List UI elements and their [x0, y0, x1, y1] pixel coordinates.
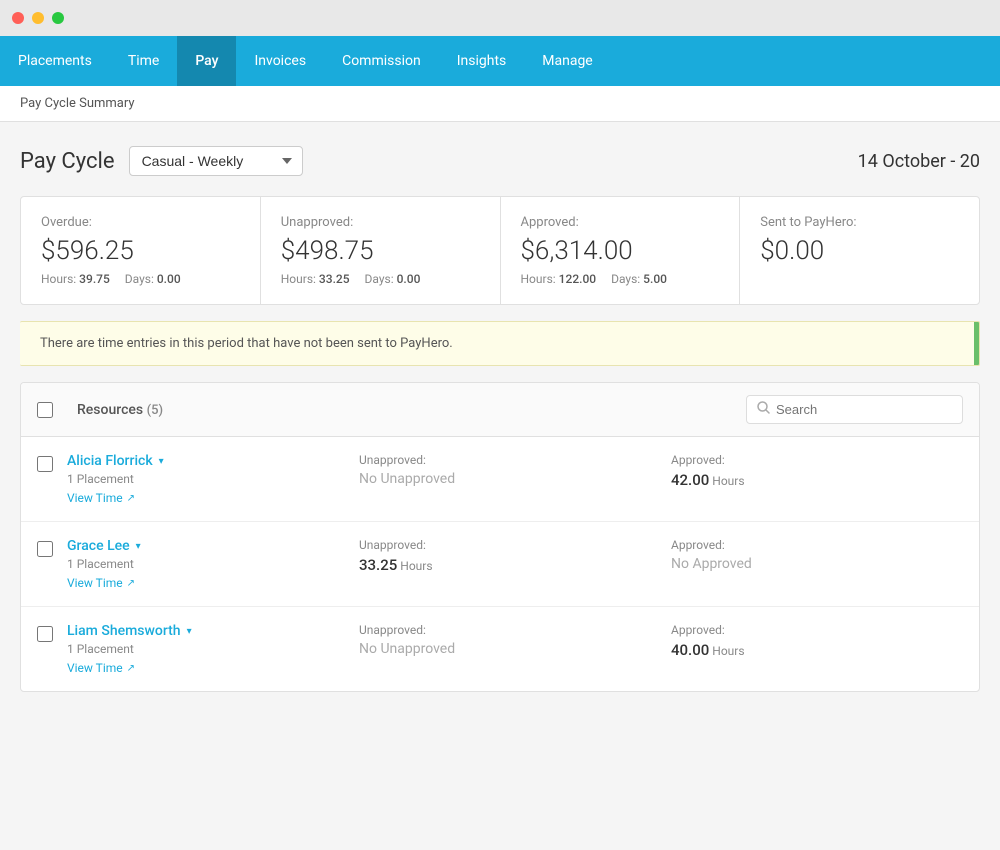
approved-meta: Hours: 122.00 Days: 5.00	[521, 272, 720, 286]
sent-amount: $0.00	[760, 236, 959, 266]
row-checkbox-grace[interactable]	[37, 541, 53, 557]
resource-link-alicia[interactable]: Alicia Florrick	[67, 453, 153, 469]
overdue-meta: Hours: 39.75 Days: 0.00	[41, 272, 240, 286]
pay-cycle-select[interactable]: Casual - Weekly Permanent - Monthly	[129, 146, 303, 176]
summary-card-approved: Approved: $6,314.00 Hours: 122.00 Days: …	[501, 197, 741, 304]
unapproved-col-value-alicia: No Unapproved	[359, 471, 631, 487]
overdue-label: Overdue:	[41, 215, 240, 230]
external-link-icon: ↗	[127, 493, 135, 504]
resource-placement-liam: 1 Placement	[67, 642, 339, 656]
nav-item-pay[interactable]: Pay	[177, 36, 236, 86]
resources-header-left: Resources (5)	[37, 402, 746, 418]
search-input[interactable]	[776, 402, 952, 417]
nav-item-insights[interactable]: Insights	[439, 36, 525, 86]
resource-name-alicia: Alicia Florrick ▾	[67, 453, 339, 469]
resource-approved-alicia: Approved: 42.00Hours	[651, 453, 963, 489]
approved-amount: $6,314.00	[521, 236, 720, 266]
view-time-link-grace[interactable]: View Time ↗	[67, 576, 339, 590]
dropdown-arrow-icon[interactable]: ▾	[159, 456, 164, 467]
dropdown-arrow-icon[interactable]: ▾	[187, 626, 192, 637]
pay-cycle-title: Pay Cycle	[20, 149, 115, 174]
resource-info-alicia: Alicia Florrick ▾ 1 Placement View Time …	[67, 453, 339, 505]
sent-label: Sent to PayHero:	[760, 215, 959, 230]
unapproved-col-label-grace: Unapproved:	[359, 538, 631, 552]
resource-row: Liam Shemsworth ▾ 1 Placement View Time …	[21, 607, 979, 691]
maximize-dot[interactable]	[52, 12, 64, 24]
main-nav: Placements Time Pay Invoices Commission …	[0, 36, 1000, 86]
resource-unapproved-alicia: Unapproved: No Unapproved	[339, 453, 651, 487]
view-time-link-alicia[interactable]: View Time ↗	[67, 491, 339, 505]
row-checkbox-alicia[interactable]	[37, 456, 53, 472]
approved-col-label-alicia: Approved:	[671, 453, 943, 467]
resource-unapproved-grace: Unapproved: 33.25Hours	[339, 538, 651, 574]
resource-info-liam: Liam Shemsworth ▾ 1 Placement View Time …	[67, 623, 339, 675]
pay-cycle-date: 14 October - 20	[858, 151, 980, 172]
search-box	[746, 395, 963, 424]
resource-row: Grace Lee ▾ 1 Placement View Time ↗ Unap…	[21, 522, 979, 607]
nav-item-invoices[interactable]: Invoices	[236, 36, 324, 86]
overdue-hours: Hours: 39.75	[41, 272, 110, 286]
row-checkbox-liam[interactable]	[37, 626, 53, 642]
approved-col-label-liam: Approved:	[671, 623, 943, 637]
unapproved-days: Days: 0.00	[365, 272, 421, 286]
titlebar	[0, 0, 1000, 36]
unapproved-col-label-alicia: Unapproved:	[359, 453, 631, 467]
unapproved-hours: Hours: 33.25	[281, 272, 350, 286]
search-icon	[757, 401, 770, 418]
resource-info-grace: Grace Lee ▾ 1 Placement View Time ↗	[67, 538, 339, 590]
resources-table: Resources (5) Alicia Florrick ▾	[20, 382, 980, 692]
unapproved-col-value-liam: No Unapproved	[359, 641, 631, 657]
resource-name-liam: Liam Shemsworth ▾	[67, 623, 339, 639]
resources-header: Resources (5)	[21, 383, 979, 437]
view-time-link-liam[interactable]: View Time ↗	[67, 661, 339, 675]
resource-placement-alicia: 1 Placement	[67, 472, 339, 486]
pay-cycle-left: Pay Cycle Casual - Weekly Permanent - Mo…	[20, 146, 303, 176]
approved-col-value-alicia: 42.00Hours	[671, 471, 943, 489]
unapproved-amount: $498.75	[281, 236, 480, 266]
resource-approved-liam: Approved: 40.00Hours	[651, 623, 963, 659]
nav-item-time[interactable]: Time	[110, 36, 177, 86]
approved-hours: Hours: 122.00	[521, 272, 597, 286]
summary-card-unapproved: Unapproved: $498.75 Hours: 33.25 Days: 0…	[261, 197, 501, 304]
select-all-checkbox[interactable]	[37, 402, 53, 418]
overdue-amount: $596.25	[41, 236, 240, 266]
approved-days: Days: 5.00	[611, 272, 667, 286]
resource-placement-grace: 1 Placement	[67, 557, 339, 571]
warning-banner: There are time entries in this period th…	[20, 321, 980, 366]
summary-card-overdue: Overdue: $596.25 Hours: 39.75 Days: 0.00	[21, 197, 261, 304]
approved-label: Approved:	[521, 215, 720, 230]
close-dot[interactable]	[12, 12, 24, 24]
resource-link-liam[interactable]: Liam Shemsworth	[67, 623, 181, 639]
summary-cards: Overdue: $596.25 Hours: 39.75 Days: 0.00…	[20, 196, 980, 305]
resources-title: Resources (5)	[77, 402, 163, 418]
resource-link-grace[interactable]: Grace Lee	[67, 538, 130, 554]
approved-col-label-grace: Approved:	[671, 538, 943, 552]
overdue-days: Days: 0.00	[125, 272, 181, 286]
unapproved-col-value-grace: 33.25Hours	[359, 556, 631, 574]
nav-item-manage[interactable]: Manage	[524, 36, 610, 86]
warning-message: There are time entries in this period th…	[40, 336, 453, 351]
unapproved-meta: Hours: 33.25 Days: 0.00	[281, 272, 480, 286]
minimize-dot[interactable]	[32, 12, 44, 24]
unapproved-col-label-liam: Unapproved:	[359, 623, 631, 637]
external-link-icon: ↗	[127, 663, 135, 674]
approved-col-value-liam: 40.00Hours	[671, 641, 943, 659]
resource-unapproved-liam: Unapproved: No Unapproved	[339, 623, 651, 657]
summary-card-sent: Sent to PayHero: $0.00	[740, 197, 979, 304]
unapproved-label: Unapproved:	[281, 215, 480, 230]
pay-cycle-header: Pay Cycle Casual - Weekly Permanent - Mo…	[20, 146, 980, 176]
resources-count: (5)	[147, 403, 163, 418]
approved-col-value-grace: No Approved	[671, 556, 943, 572]
resource-approved-grace: Approved: No Approved	[651, 538, 963, 572]
external-link-icon: ↗	[127, 578, 135, 589]
breadcrumb: Pay Cycle Summary	[0, 86, 1000, 122]
dropdown-arrow-icon[interactable]: ▾	[136, 541, 141, 552]
nav-item-commission[interactable]: Commission	[324, 36, 439, 86]
resource-row: Alicia Florrick ▾ 1 Placement View Time …	[21, 437, 979, 522]
main-content: Pay Cycle Casual - Weekly Permanent - Mo…	[0, 122, 1000, 716]
nav-item-placements[interactable]: Placements	[0, 36, 110, 86]
resource-name-grace: Grace Lee ▾	[67, 538, 339, 554]
